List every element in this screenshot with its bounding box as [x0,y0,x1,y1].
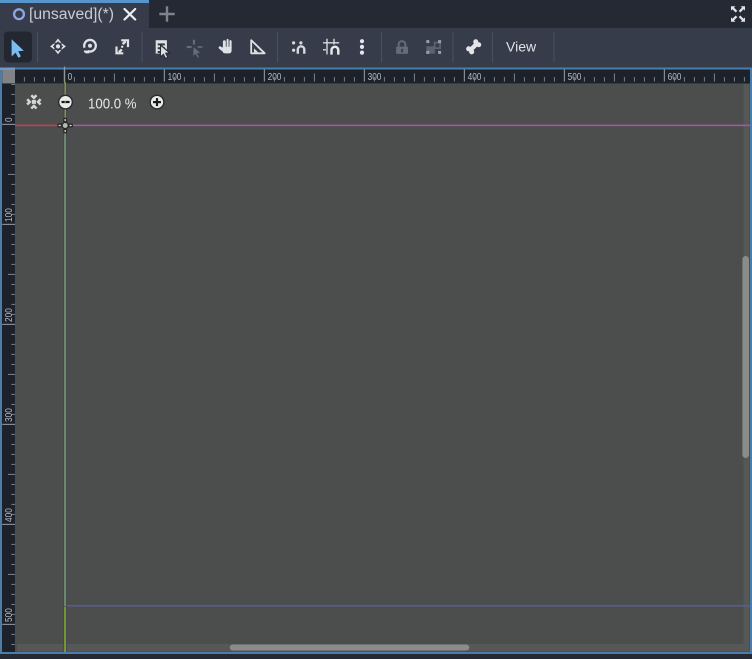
svg-text:0: 0 [4,117,15,122]
svg-text:200: 200 [4,308,15,322]
svg-text:300: 300 [4,408,15,422]
svg-text:0: 0 [68,72,73,83]
svg-text:100: 100 [4,208,15,222]
svg-text:View: View [506,39,537,55]
svg-text:100.0 %: 100.0 % [88,95,137,112]
svg-text:[unsaved](*): [unsaved](*) [29,6,114,23]
svg-text:400: 400 [4,508,15,522]
svg-text:500: 500 [4,608,15,622]
